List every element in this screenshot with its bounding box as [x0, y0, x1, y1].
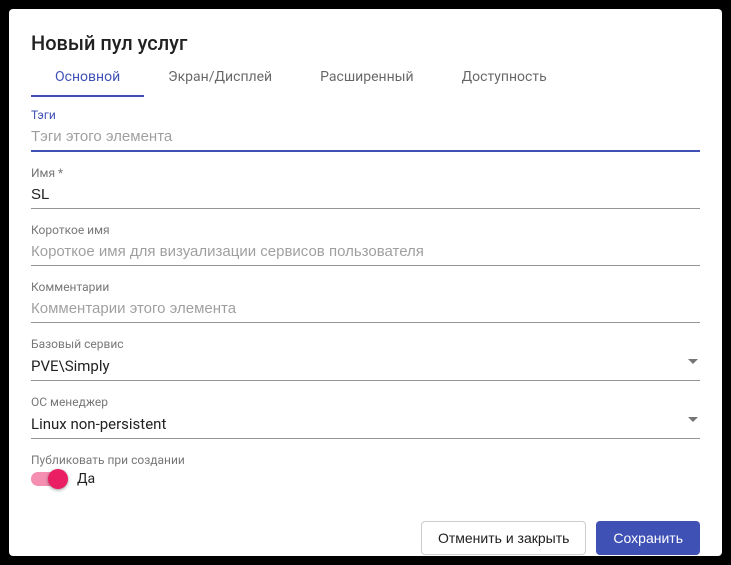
- tab-main[interactable]: Основной: [31, 69, 144, 97]
- label-os-manager: ОС менеджер: [31, 395, 700, 409]
- label-tags: Тэги: [31, 108, 700, 122]
- field-publish: Публиковать при создании Да: [31, 453, 700, 487]
- input-comments[interactable]: [31, 296, 700, 323]
- input-tags[interactable]: [31, 124, 700, 152]
- chevron-down-icon: [688, 359, 698, 364]
- label-short-name: Короткое имя: [31, 223, 700, 237]
- toggle-publish[interactable]: [31, 472, 65, 486]
- label-publish: Публиковать при создании: [31, 453, 700, 467]
- field-comments: Комментарии: [31, 280, 700, 323]
- input-name[interactable]: [31, 182, 700, 209]
- save-button[interactable]: Сохранить: [596, 521, 700, 555]
- select-os-manager-value: Linux non-persistent: [31, 411, 700, 439]
- chevron-down-icon: [688, 417, 698, 422]
- field-name: Имя *: [31, 166, 700, 209]
- label-name: Имя *: [31, 166, 700, 180]
- tabs: Основной Экран/Дисплей Расширенный Досту…: [31, 69, 700, 98]
- select-base-service[interactable]: PVE\Simply: [31, 353, 700, 381]
- tab-advanced[interactable]: Расширенный: [296, 69, 438, 97]
- tab-availability[interactable]: Доступность: [438, 69, 571, 97]
- dialog-actions: Отменить и закрыть Сохранить: [31, 521, 700, 555]
- tab-display[interactable]: Экран/Дисплей: [144, 69, 296, 97]
- field-short-name: Короткое имя: [31, 223, 700, 266]
- toggle-publish-label: Да: [77, 471, 95, 487]
- label-comments: Комментарии: [31, 280, 700, 294]
- field-base-service: Базовый сервис PVE\Simply: [31, 337, 700, 381]
- toggle-thumb: [48, 469, 68, 489]
- field-os-manager: ОС менеджер Linux non-persistent: [31, 395, 700, 439]
- toggle-row-publish: Да: [31, 471, 700, 487]
- cancel-button[interactable]: Отменить и закрыть: [421, 521, 586, 555]
- select-base-service-value: PVE\Simply: [31, 353, 700, 381]
- form-main: Тэги Имя * Короткое имя Комментарии Базо…: [31, 108, 700, 501]
- field-tags: Тэги: [31, 108, 700, 152]
- input-short-name[interactable]: [31, 239, 700, 266]
- label-base-service: Базовый сервис: [31, 337, 700, 351]
- select-os-manager[interactable]: Linux non-persistent: [31, 411, 700, 439]
- dialog-new-service-pool: Новый пул услуг Основной Экран/Дисплей Р…: [9, 9, 722, 556]
- dialog-title: Новый пул услуг: [31, 31, 700, 55]
